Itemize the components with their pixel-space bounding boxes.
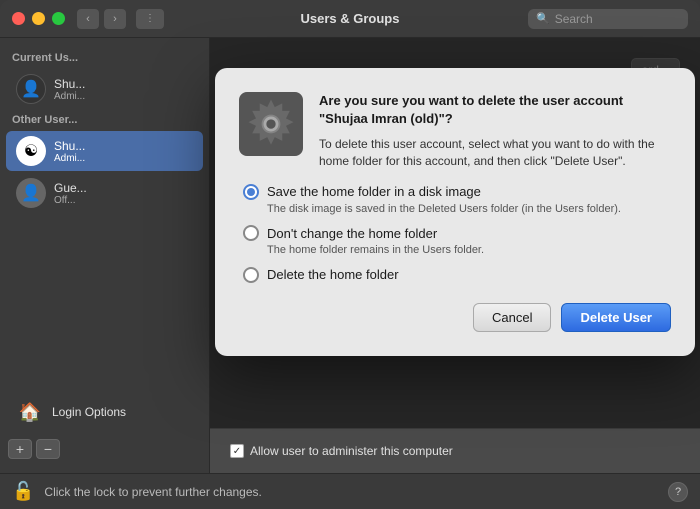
help-button[interactable]: ? — [668, 482, 688, 502]
delete-user-button[interactable]: Delete User — [561, 303, 671, 332]
avatar-user-0: ☯ — [16, 136, 46, 166]
cancel-button[interactable]: Cancel — [473, 303, 551, 332]
title-bar: ‹ › ⋮ Users & Groups 🔍 — [0, 0, 700, 38]
user-1-role: Off... — [54, 195, 87, 206]
login-options-item[interactable]: 🏠 Login Options — [6, 390, 203, 434]
add-user-button[interactable]: + — [8, 439, 32, 459]
avatar-user-1: 👤 — [16, 178, 46, 208]
sidebar-bottom-bar: + − — [0, 435, 209, 463]
radio-item-2: Delete the home folder — [243, 267, 671, 283]
user-0-info: Shu... Admi... — [54, 139, 85, 164]
current-user-info: Shu... Admi... — [54, 77, 85, 102]
close-button[interactable] — [12, 12, 25, 25]
main-bottom: ✓ Allow user to administer this computer — [210, 428, 700, 473]
dialog-title-section: Are you sure you want to delete the user… — [319, 92, 671, 170]
radio-group: Save the home folder in a disk image The… — [239, 184, 671, 283]
sidebar-item-user-1[interactable]: 👤 Gue... Off... — [6, 173, 203, 213]
login-options-label: Login Options — [52, 405, 126, 419]
current-user-role: Admi... — [54, 91, 85, 102]
dialog-buttons: Cancel Delete User — [239, 303, 671, 332]
radio-label-1: Don't change the home folder — [267, 226, 437, 241]
search-icon: 🔍 — [536, 12, 550, 25]
window-title: Users & Groups — [301, 11, 400, 26]
radio-dont-change[interactable] — [243, 225, 259, 241]
maximize-button[interactable] — [52, 12, 65, 25]
dialog-overlay: Are you sure you want to delete the user… — [210, 38, 700, 428]
delete-user-dialog: Are you sure you want to delete the user… — [215, 68, 695, 356]
dialog-subtitle: To delete this user account, select what… — [319, 136, 671, 170]
house-icon: 🏠 — [16, 398, 44, 426]
user-1-info: Gue... Off... — [54, 181, 87, 206]
bottom-bar: 🔓 Click the lock to prevent further chan… — [0, 473, 700, 509]
nav-buttons: ‹ › — [77, 9, 126, 29]
radio-delete-folder[interactable] — [243, 267, 259, 283]
radio-row-1: Don't change the home folder — [243, 225, 671, 241]
radio-row-0: Save the home folder in a disk image — [243, 184, 671, 200]
radio-row-2: Delete the home folder — [243, 267, 671, 283]
allow-admin-label: Allow user to administer this computer — [250, 444, 453, 458]
allow-admin-checkbox[interactable]: ✓ — [230, 444, 244, 458]
search-bar: 🔍 — [528, 9, 688, 29]
allow-admin-checkbox-wrapper[interactable]: ✓ Allow user to administer this computer — [230, 444, 453, 458]
user-0-name: Shu... — [54, 139, 85, 153]
sidebar-item-current-user[interactable]: 👤 Shu... Admi... — [6, 69, 203, 109]
user-1-name: Gue... — [54, 181, 87, 195]
search-input[interactable] — [555, 12, 675, 26]
remove-user-button[interactable]: − — [36, 439, 60, 459]
forward-button[interactable]: › — [104, 9, 126, 29]
lock-text: Click the lock to prevent further change… — [44, 485, 658, 499]
radio-label-2: Delete the home folder — [267, 267, 399, 282]
main-panel: ord... — [210, 38, 700, 473]
minimize-button[interactable] — [32, 12, 45, 25]
lock-icon[interactable]: 🔓 — [12, 481, 34, 502]
radio-label-0: Save the home folder in a disk image — [267, 184, 481, 199]
back-button[interactable]: ‹ — [77, 9, 99, 29]
main-content: Current Us... 👤 Shu... Admi... Other Use… — [0, 38, 700, 473]
current-user-name: Shu... — [54, 77, 85, 91]
grid-view-button[interactable]: ⋮ — [136, 9, 164, 29]
current-user-label: Current Us... — [0, 48, 209, 68]
radio-item-0: Save the home folder in a disk image The… — [243, 184, 671, 217]
dialog-title: Are you sure you want to delete the user… — [319, 92, 671, 128]
radio-save-disk-image[interactable] — [243, 184, 259, 200]
other-users-label: Other User... — [0, 110, 209, 130]
radio-item-1: Don't change the home folder The home fo… — [243, 225, 671, 258]
radio-desc-0: The disk image is saved in the Deleted U… — [267, 202, 671, 217]
dialog-icon — [239, 92, 303, 156]
gear-icon — [241, 94, 301, 154]
sidebar: Current Us... 👤 Shu... Admi... Other Use… — [0, 38, 210, 473]
dialog-header: Are you sure you want to delete the user… — [239, 92, 671, 170]
user-0-role: Admi... — [54, 153, 85, 164]
traffic-lights — [12, 12, 65, 25]
avatar-current-user: 👤 — [16, 74, 46, 104]
radio-desc-1: The home folder remains in the Users fol… — [267, 243, 671, 258]
sidebar-item-user-0[interactable]: ☯ Shu... Admi... — [6, 131, 203, 171]
main-top: ord... — [210, 38, 700, 428]
